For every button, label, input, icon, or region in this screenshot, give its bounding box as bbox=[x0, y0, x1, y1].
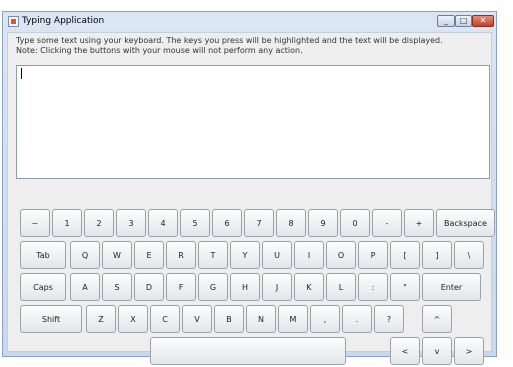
key-minus[interactable]: - bbox=[372, 209, 402, 237]
key-7[interactable]: 7 bbox=[244, 209, 274, 237]
key-s[interactable]: S bbox=[102, 273, 132, 301]
key-quote[interactable]: " bbox=[390, 273, 420, 301]
key-caps[interactable]: Caps bbox=[20, 273, 66, 301]
key-4[interactable]: 4 bbox=[148, 209, 178, 237]
key-period[interactable]: . bbox=[342, 305, 372, 333]
key-c[interactable]: C bbox=[150, 305, 180, 333]
key-g[interactable]: G bbox=[198, 273, 228, 301]
key-enter[interactable]: Enter bbox=[422, 273, 481, 301]
java-app-icon bbox=[8, 16, 19, 27]
key-n[interactable]: N bbox=[246, 305, 276, 333]
key-0[interactable]: 0 bbox=[340, 209, 370, 237]
key-shift[interactable]: Shift bbox=[20, 305, 82, 333]
key-w[interactable]: W bbox=[102, 241, 132, 269]
minimize-icon: _ bbox=[444, 16, 448, 25]
minimize-button[interactable]: _ bbox=[437, 15, 455, 27]
key-plus[interactable]: + bbox=[404, 209, 434, 237]
key-left-bracket[interactable]: [ bbox=[390, 241, 420, 269]
key-question[interactable]: ? bbox=[374, 305, 404, 333]
key-t[interactable]: T bbox=[198, 241, 228, 269]
key-d[interactable]: D bbox=[134, 273, 164, 301]
key-x[interactable]: X bbox=[118, 305, 148, 333]
key-9[interactable]: 9 bbox=[308, 209, 338, 237]
key-l[interactable]: L bbox=[326, 273, 356, 301]
maximize-button[interactable]: □ bbox=[455, 15, 472, 27]
app-window: Typing Application _ □ ✕ Type some text … bbox=[2, 11, 497, 365]
key-y[interactable]: Y bbox=[230, 241, 260, 269]
key-6[interactable]: 6 bbox=[212, 209, 242, 237]
text-caret bbox=[21, 68, 22, 79]
key-q[interactable]: Q bbox=[70, 241, 100, 269]
key-3[interactable]: 3 bbox=[116, 209, 146, 237]
key-i[interactable]: I bbox=[294, 241, 324, 269]
close-button[interactable]: ✕ bbox=[472, 15, 494, 27]
main-panel: Type some text using your keyboard. The … bbox=[7, 32, 495, 365]
key-e[interactable]: E bbox=[134, 241, 164, 269]
window-title: Typing Application bbox=[22, 16, 105, 26]
key-f[interactable]: F bbox=[166, 273, 196, 301]
key-backspace[interactable]: Backspace bbox=[436, 209, 495, 237]
key-backslash[interactable]: \ bbox=[454, 241, 484, 269]
close-icon: ✕ bbox=[479, 16, 487, 25]
key-arrow-left[interactable]: < bbox=[390, 337, 420, 365]
key-arrow-up[interactable]: ^ bbox=[422, 305, 452, 333]
key-tilde[interactable]: ~ bbox=[20, 209, 50, 237]
key-m[interactable]: M bbox=[278, 305, 308, 333]
key-p[interactable]: P bbox=[358, 241, 388, 269]
key-2[interactable]: 2 bbox=[84, 209, 114, 237]
key-tab[interactable]: Tab bbox=[20, 241, 66, 269]
title-bar[interactable]: Typing Application _ □ ✕ bbox=[3, 12, 496, 32]
key-space[interactable] bbox=[150, 337, 346, 365]
key-o[interactable]: O bbox=[326, 241, 356, 269]
key-1[interactable]: 1 bbox=[52, 209, 82, 237]
key-v[interactable]: V bbox=[182, 305, 212, 333]
key-b[interactable]: B bbox=[214, 305, 244, 333]
key-8[interactable]: 8 bbox=[276, 209, 306, 237]
key-j[interactable]: J bbox=[262, 273, 292, 301]
key-k[interactable]: K bbox=[294, 273, 324, 301]
typing-text-area[interactable] bbox=[16, 65, 490, 179]
key-arrow-down[interactable]: v bbox=[422, 337, 452, 365]
key-h[interactable]: H bbox=[230, 273, 260, 301]
note-text: Note: Clicking the buttons with your mou… bbox=[16, 46, 303, 55]
key-r[interactable]: R bbox=[166, 241, 196, 269]
maximize-icon: □ bbox=[459, 16, 468, 25]
key-u[interactable]: U bbox=[262, 241, 292, 269]
key-5[interactable]: 5 bbox=[180, 209, 210, 237]
key-arrow-right[interactable]: > bbox=[454, 337, 484, 365]
instruction-text: Type some text using your keyboard. The … bbox=[16, 36, 443, 45]
key-z[interactable]: Z bbox=[86, 305, 116, 333]
key-right-bracket[interactable]: ] bbox=[422, 241, 452, 269]
key-comma[interactable]: , bbox=[310, 305, 340, 333]
key-colon[interactable]: : bbox=[358, 273, 388, 301]
key-a[interactable]: A bbox=[70, 273, 100, 301]
